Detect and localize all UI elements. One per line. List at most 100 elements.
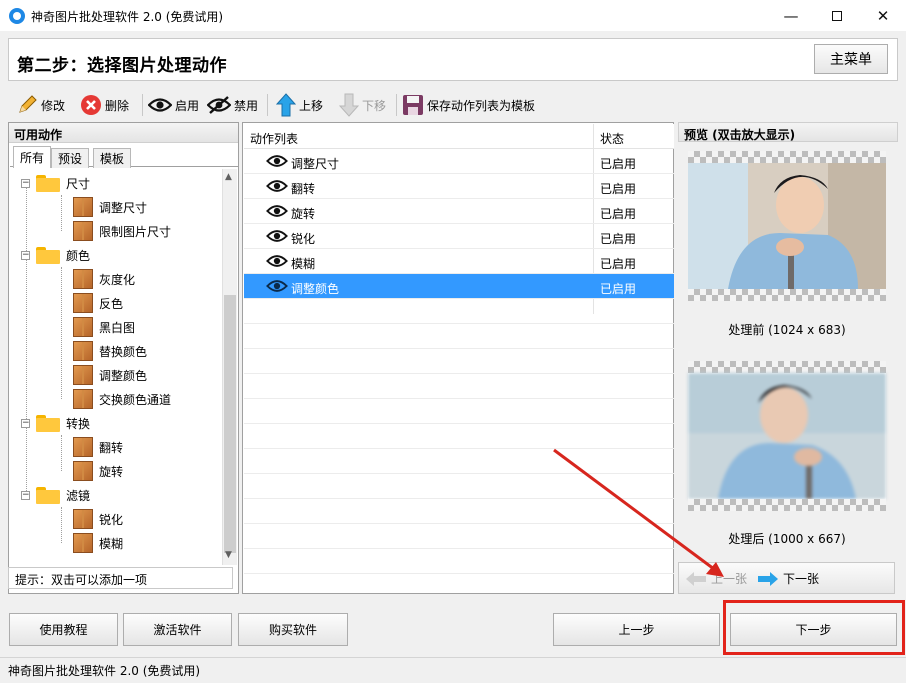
eye-off-icon: [207, 96, 231, 114]
tree-leaf[interactable]: 模糊: [73, 531, 123, 555]
available-actions-panel: 可用动作 所有 预设 模板 − 尺寸 调整尺寸 限制图片尺寸 − 颜色 灰度化 …: [8, 122, 239, 594]
maximize-button[interactable]: [814, 0, 860, 31]
preview-before[interactable]: [688, 151, 886, 301]
arrow-down-icon: [339, 93, 359, 117]
tree-leaf[interactable]: 旋转: [73, 459, 123, 483]
action-box-icon: [73, 341, 93, 361]
tree-connector: [61, 435, 62, 471]
column-header-status[interactable]: 状态: [600, 130, 624, 147]
next-image-label: 下一张: [783, 572, 820, 586]
action-box-icon: [73, 269, 93, 289]
action-name: 模糊: [291, 257, 316, 271]
disable-button[interactable]: 禁用: [207, 92, 258, 118]
tree-node-size[interactable]: − 尺寸: [21, 171, 90, 195]
tutorial-button[interactable]: 使用教程: [9, 613, 118, 646]
action-box-icon: [73, 533, 93, 553]
action-name: 旋转: [291, 207, 316, 221]
save-template-label: 保存动作列表为模板: [427, 98, 536, 113]
close-icon: ✕: [876, 6, 890, 25]
tree-scrollbar-thumb[interactable]: [224, 295, 236, 553]
tree-leaf[interactable]: 调整尺寸: [73, 195, 147, 219]
activate-button[interactable]: 激活软件: [123, 613, 232, 646]
action-box-icon: [73, 509, 93, 529]
preview-title: 预览 (双击放大显示): [678, 122, 898, 142]
tab-all[interactable]: 所有: [13, 146, 52, 168]
tree-node-transform[interactable]: − 转换: [21, 411, 90, 435]
tab-strip: 所有 预设 模板: [10, 145, 239, 168]
action-status: 已启用: [600, 232, 637, 246]
film-strip: [688, 289, 886, 301]
empty-row: [244, 299, 674, 324]
arrow-up-icon: [276, 93, 296, 117]
action-box-icon: [73, 437, 93, 457]
tree-leaf[interactable]: 锐化: [73, 507, 123, 531]
tree-leaf[interactable]: 黑白图: [73, 315, 135, 339]
action-row[interactable]: 锐化 已启用: [244, 224, 674, 249]
status-text: 神奇图片批处理软件 2.0 (免费试用): [8, 664, 201, 678]
main-menu-button[interactable]: 主菜单: [814, 44, 888, 74]
tree-node-label: 转换: [66, 416, 91, 431]
toolbar-divider: [142, 94, 143, 116]
action-row-selected[interactable]: 调整颜色 已启用: [244, 274, 674, 299]
status-bar: 神奇图片批处理软件 2.0 (免费试用): [0, 657, 906, 683]
move-down-button[interactable]: 下移: [339, 92, 386, 118]
collapse-icon[interactable]: −: [21, 178, 30, 188]
delete-icon: [81, 95, 101, 115]
action-box-icon: [73, 317, 93, 337]
annotation-arrow: [553, 448, 724, 577]
preview-before-caption: 处理前 (1024 x 683): [728, 323, 846, 337]
prev-step-button[interactable]: 上一步: [553, 613, 720, 646]
action-status: 已启用: [600, 157, 637, 171]
tree-leaf-label: 调整尺寸: [99, 200, 148, 215]
action-name: 锐化: [291, 232, 316, 246]
tree-node-color[interactable]: − 颜色: [21, 243, 90, 267]
scroll-up-icon[interactable]: ▲: [225, 172, 232, 182]
tree-node-label: 尺寸: [66, 176, 91, 191]
tree-connector: [26, 183, 27, 495]
delete-button[interactable]: 删除: [80, 92, 129, 118]
eye-icon: [266, 180, 288, 192]
title-bar: 神奇图片批处理软件 2.0 (免费试用) — ✕: [0, 0, 906, 31]
tree-node-filter[interactable]: − 滤镜: [21, 483, 90, 507]
window-title: 神奇图片批处理软件 2.0 (免费试用): [31, 10, 224, 24]
tree-leaf[interactable]: 调整颜色: [73, 363, 147, 387]
close-button[interactable]: ✕: [860, 0, 906, 31]
pencil-icon: [19, 95, 37, 113]
tree-connector: [61, 267, 62, 399]
tree-leaf[interactable]: 翻转: [73, 435, 123, 459]
eye-icon: [266, 155, 288, 167]
enable-button[interactable]: 启用: [148, 92, 199, 118]
scroll-down-icon[interactable]: ▼: [225, 550, 232, 560]
save-template-button[interactable]: 保存动作列表为模板: [402, 92, 535, 118]
tree-leaf[interactable]: 灰度化: [73, 267, 135, 291]
tree-leaf-label: 翻转: [99, 440, 124, 455]
action-row[interactable]: 旋转 已启用: [244, 199, 674, 224]
action-row[interactable]: 模糊 已启用: [244, 249, 674, 274]
buy-button[interactable]: 购买软件: [238, 613, 348, 646]
minimize-button[interactable]: —: [768, 0, 814, 31]
tab-presets[interactable]: 预设: [51, 148, 90, 168]
empty-row: [244, 349, 674, 374]
action-row[interactable]: 翻转 已启用: [244, 174, 674, 199]
tab-templates[interactable]: 模板: [93, 148, 132, 168]
minimize-icon: —: [783, 6, 799, 25]
edit-button[interactable]: 修改: [16, 92, 65, 118]
toolbar-divider: [396, 94, 397, 116]
next-image-button[interactable]: 下一张: [757, 570, 819, 587]
action-name: 翻转: [291, 182, 316, 196]
action-row[interactable]: 调整尺寸 已启用: [244, 149, 674, 174]
column-header-action[interactable]: 动作列表: [250, 130, 298, 147]
collapse-icon[interactable]: −: [21, 490, 30, 500]
action-box-icon: [73, 197, 93, 217]
eye-icon: [148, 98, 172, 112]
collapse-icon[interactable]: −: [21, 418, 30, 428]
eye-icon: [266, 230, 288, 242]
tree-leaf[interactable]: 替换颜色: [73, 339, 147, 363]
tree-leaf[interactable]: 反色: [73, 291, 123, 315]
tree-leaf-label: 交换颜色通道: [99, 392, 172, 407]
tree-leaf-label: 替换颜色: [99, 344, 148, 359]
move-up-button[interactable]: 上移: [276, 92, 323, 118]
tree-leaf[interactable]: 交换颜色通道: [73, 387, 171, 411]
tree-leaf[interactable]: 限制图片尺寸: [73, 219, 171, 243]
collapse-icon[interactable]: −: [21, 250, 30, 260]
